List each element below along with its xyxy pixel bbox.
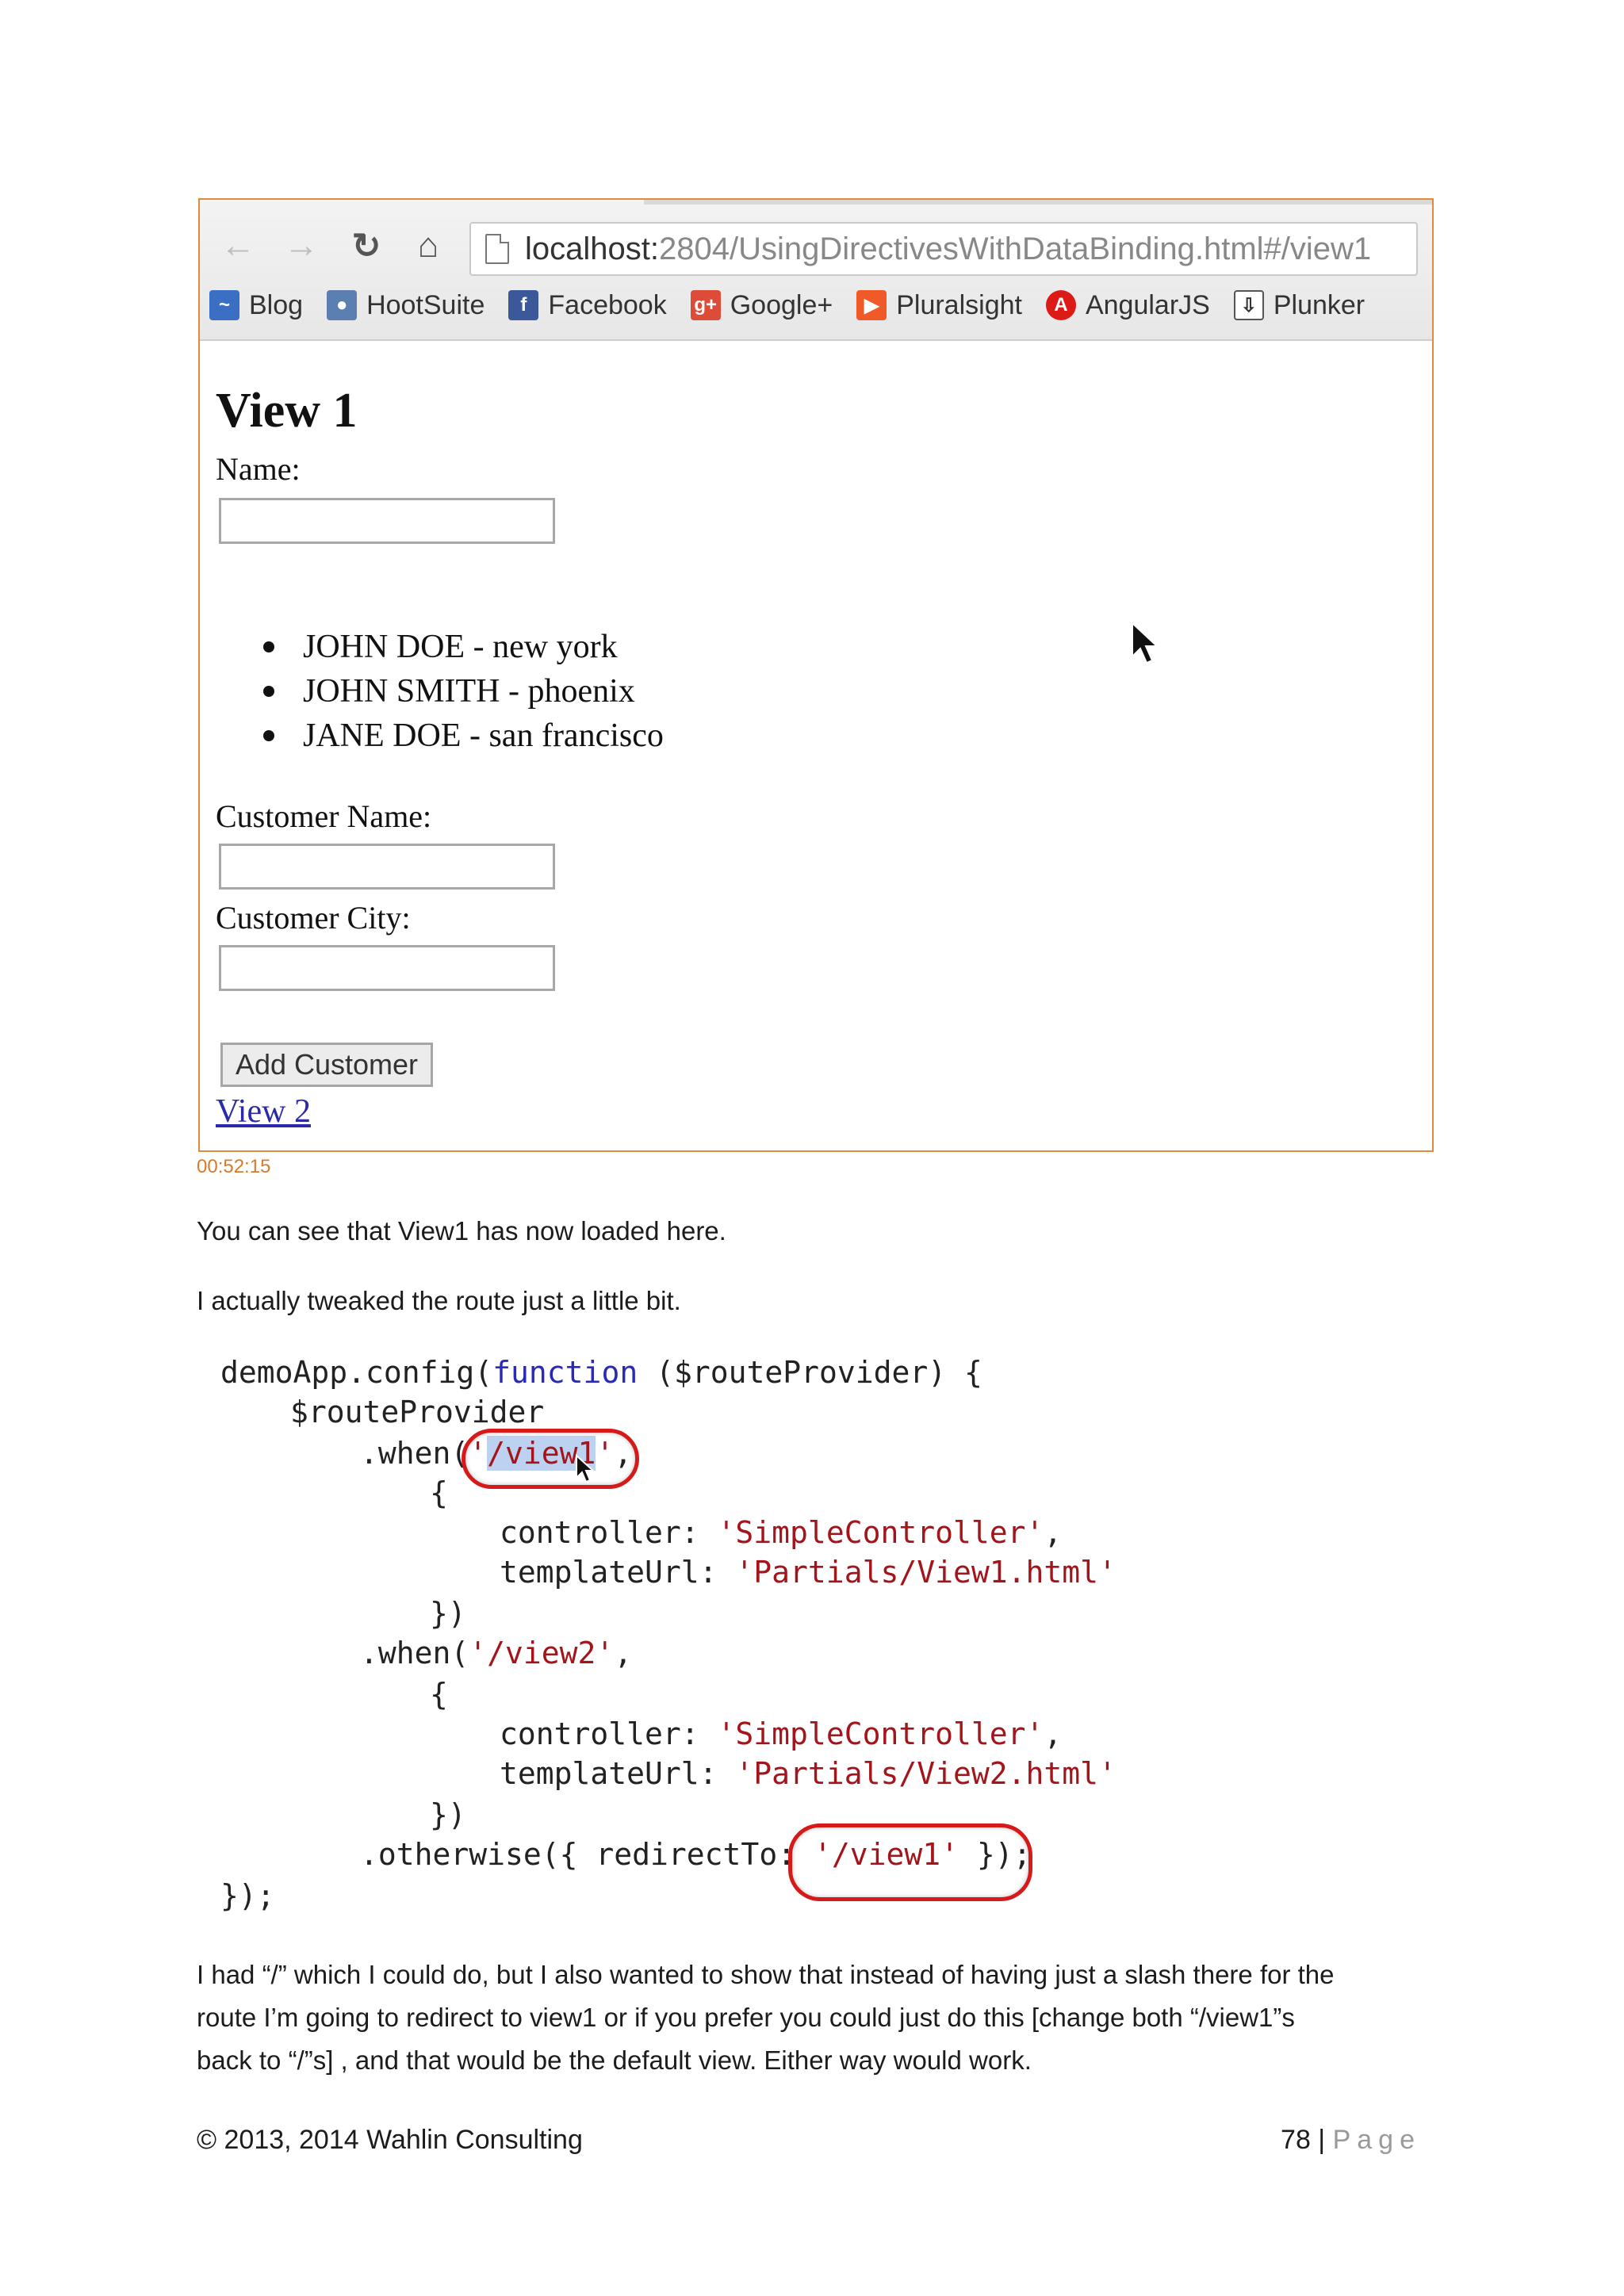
customer-city-input[interactable]	[219, 945, 555, 991]
tab-strip	[644, 200, 1432, 205]
paragraph-line: route I’m going to redirect to view1 or …	[197, 2003, 1295, 2032]
code-line: .when('/view2',	[360, 1636, 633, 1670]
page-icon	[485, 234, 509, 264]
forward-arrow-icon[interactable]: →	[278, 222, 325, 270]
angularjs-icon: A	[1045, 290, 1076, 320]
paragraph-line: I had “/” which I could do, but I also w…	[197, 1960, 1335, 1989]
bookmark-label: Plunker	[1273, 289, 1365, 320]
code-line: {	[430, 1677, 448, 1712]
list-item: JANE DOE - san francisco	[263, 714, 664, 758]
customer-name-label: Customer Name:	[216, 798, 432, 834]
plunker-icon: ⇩	[1233, 290, 1264, 320]
back-arrow-icon[interactable]: ←	[214, 222, 262, 270]
reload-icon[interactable]: ↻	[343, 222, 390, 270]
bookmark-angularjs[interactable]: A AngularJS	[1045, 289, 1210, 321]
add-customer-button[interactable]: Add Customer	[220, 1043, 433, 1087]
blog-icon: ~	[209, 290, 239, 320]
bullet-icon	[263, 730, 274, 741]
browser-screenshot: ← → ↻ ⌂ localhost:2804/UsingDirectivesWi…	[198, 198, 1434, 1152]
code-line: })	[430, 1797, 466, 1832]
code-line: controller: 'SimpleController',	[500, 1716, 1063, 1751]
page-content: View 1 Name: JOHN DOE - new york JOHN SM…	[200, 339, 1432, 1150]
facebook-icon: f	[508, 290, 539, 320]
bullet-icon	[263, 641, 274, 652]
customer-list: JOHN DOE - new york JOHN SMITH - phoenix…	[263, 625, 664, 758]
highlight-circle	[788, 1823, 1032, 1901]
customer-city-label: Customer City:	[216, 900, 411, 936]
bookmark-blog[interactable]: ~ Blog	[209, 290, 303, 321]
highlight-circle	[462, 1429, 639, 1489]
code-line: templateUrl: 'Partials/View2.html'	[500, 1756, 1116, 1791]
copyright: © 2013, 2014 Wahlin Consulting	[197, 2125, 583, 2155]
bookmarks-bar: ~ Blog ● HootSuite f Facebook g+ Google+…	[209, 285, 1388, 325]
pluralsight-icon: ▶	[856, 290, 887, 320]
bookmark-pluralsight[interactable]: ▶ Pluralsight	[856, 290, 1022, 321]
code-line: });	[220, 1878, 275, 1913]
bookmark-plunker[interactable]: ⇩ Plunker	[1233, 289, 1365, 321]
address-bar[interactable]: localhost:2804/UsingDirectivesWithDataBi…	[469, 222, 1418, 276]
bookmark-facebook[interactable]: f Facebook	[508, 289, 667, 321]
hootsuite-icon: ●	[327, 290, 358, 320]
browser-chrome: ← → ↻ ⌂ localhost:2804/UsingDirectivesWi…	[200, 200, 1432, 341]
bookmark-label: Google+	[730, 289, 833, 320]
bookmark-label: Blog	[249, 289, 304, 320]
bookmark-label: HootSuite	[366, 289, 485, 320]
page-number: 78 | Page	[1281, 2125, 1421, 2155]
code-line: {	[430, 1475, 448, 1510]
home-icon[interactable]: ⌂	[404, 222, 452, 270]
bookmark-hootsuite[interactable]: ● HootSuite	[327, 290, 485, 321]
bookmark-label: AngularJS	[1085, 289, 1210, 320]
video-timestamp: 00:52:15	[197, 1156, 271, 1177]
code-line: $routeProvider	[290, 1395, 545, 1429]
bullet-icon	[263, 686, 274, 697]
google-plus-icon: g+	[690, 290, 721, 320]
mouse-cursor-icon	[576, 1454, 595, 1483]
name-input[interactable]	[219, 498, 555, 544]
code-line: demoApp.config(function ($routeProvider)…	[220, 1355, 982, 1390]
code-line: })	[430, 1596, 466, 1631]
mouse-cursor-icon	[1132, 622, 1159, 664]
code-line: templateUrl: 'Partials/View1.html'	[500, 1555, 1116, 1590]
bookmark-label: Pluralsight	[896, 289, 1022, 320]
bookmark-label: Facebook	[548, 289, 667, 320]
paragraph: You can see that View1 has now loaded he…	[197, 1216, 726, 1246]
view-heading: View 1	[216, 384, 358, 438]
paragraph-line: back to “/”s] , and that would be the de…	[197, 2045, 1032, 2075]
bookmark-google-plus[interactable]: g+ Google+	[690, 289, 833, 321]
paragraph: I actually tweaked the route just a litt…	[197, 1286, 681, 1315]
customer-name-input[interactable]	[219, 844, 555, 890]
code-line: controller: 'SimpleController',	[500, 1515, 1063, 1550]
name-label: Name:	[216, 451, 301, 487]
view2-link[interactable]: View 2	[216, 1093, 311, 1131]
list-item: JOHN SMITH - phoenix	[263, 669, 664, 714]
address-url: localhost:2804/UsingDirectivesWithDataBi…	[525, 231, 1372, 266]
list-item: JOHN DOE - new york	[263, 625, 664, 669]
